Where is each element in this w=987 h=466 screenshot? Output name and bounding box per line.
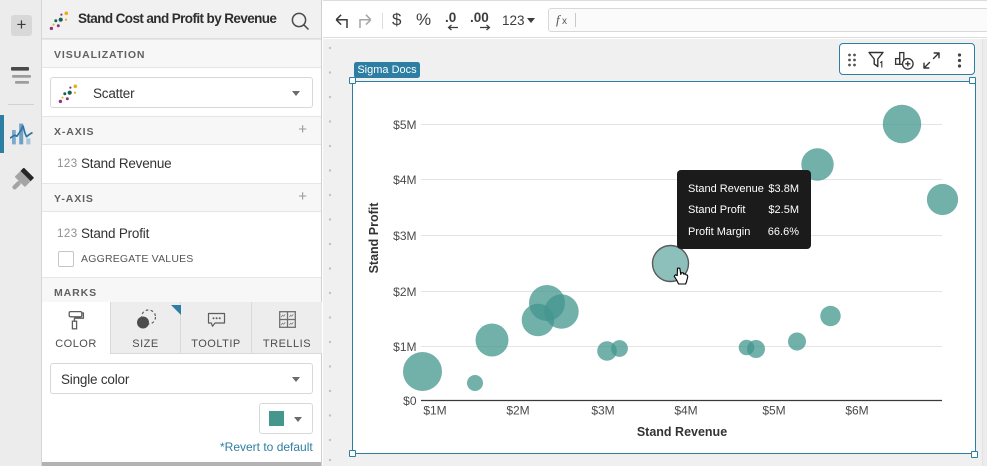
svg-text:Stand Profit: Stand Profit (367, 202, 381, 274)
svg-text:$4M: $4M (674, 404, 697, 418)
svg-text:$3M: $3M (591, 404, 614, 418)
svg-text:$6M: $6M (845, 404, 868, 418)
svg-text:$5M: $5M (393, 118, 416, 132)
svg-text:Stand Revenue: Stand Revenue (637, 425, 727, 439)
svg-text:$1M: $1M (393, 340, 416, 354)
svg-text:$2M: $2M (393, 285, 416, 299)
svg-text:$3M: $3M (393, 229, 416, 243)
svg-text:$4M: $4M (393, 173, 416, 187)
svg-text:$2M: $2M (506, 404, 529, 418)
svg-text:$1M: $1M (423, 404, 446, 418)
svg-text:$5M: $5M (762, 404, 785, 418)
svg-text:$0: $0 (403, 394, 417, 408)
